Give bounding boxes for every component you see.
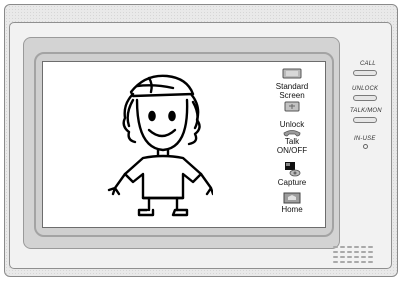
standard-screen-label-line1: Standard bbox=[275, 82, 309, 91]
speaker-grille bbox=[333, 245, 373, 263]
call-label: CALL bbox=[360, 61, 376, 67]
unlock-label: Unlock bbox=[279, 120, 305, 129]
video-screen: Standard Screen Unlock Talk ON/OFF Captu… bbox=[42, 61, 326, 228]
talk-label-line2: ON/OFF bbox=[276, 146, 308, 155]
capture-button[interactable]: Capture bbox=[271, 161, 313, 187]
monitor-icon bbox=[282, 68, 302, 79]
standard-screen-label-line2: Screen bbox=[279, 91, 305, 100]
talk-mon-label: TALK/MON bbox=[350, 108, 382, 114]
home-button[interactable]: Home bbox=[271, 192, 313, 214]
talk-label-line1: Talk bbox=[284, 137, 300, 146]
call-button[interactable] bbox=[353, 70, 377, 76]
in-use-label: IN-USE bbox=[354, 136, 376, 142]
intercom-monitor: Standard Screen Unlock Talk ON/OFF Captu… bbox=[0, 0, 403, 281]
talk-mon-button[interactable] bbox=[353, 117, 377, 123]
capture-label: Capture bbox=[277, 178, 307, 187]
talk-onoff-button[interactable]: Talk ON/OFF bbox=[271, 129, 313, 155]
home-icon bbox=[283, 192, 301, 204]
handset-icon bbox=[283, 130, 301, 137]
standard-screen-button[interactable]: Standard Screen bbox=[271, 68, 313, 100]
unlock-button[interactable]: Unlock bbox=[271, 101, 313, 129]
unlock-hw-button[interactable] bbox=[353, 95, 377, 101]
visitor-figure bbox=[107, 74, 213, 217]
home-label: Home bbox=[281, 205, 303, 214]
unlock-hw-label: UNLOCK bbox=[352, 86, 379, 92]
unlock-icon bbox=[284, 101, 300, 112]
in-use-led bbox=[363, 144, 368, 149]
camera-icon bbox=[285, 162, 301, 177]
